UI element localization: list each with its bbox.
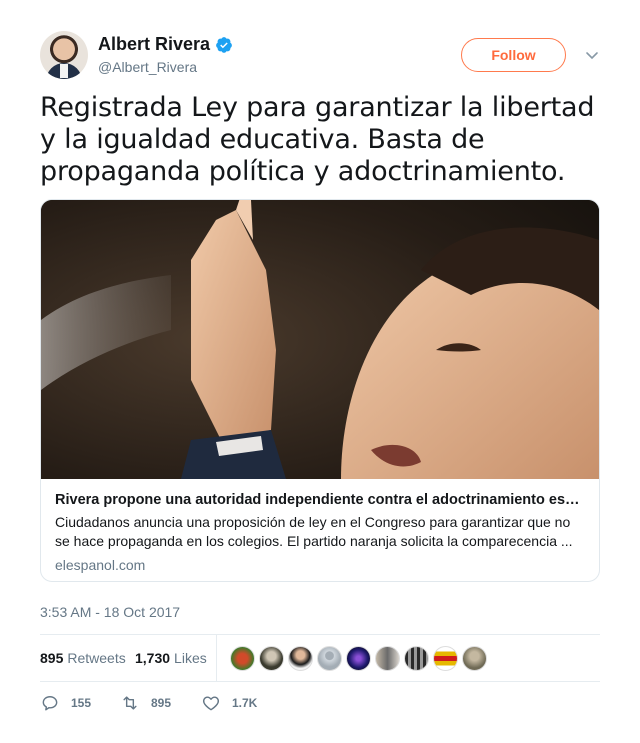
card-image[interactable] (41, 200, 599, 479)
tweet-header: Albert Rivera @Albert_Rivera Follow (40, 31, 600, 79)
author-avatar[interactable] (40, 31, 88, 79)
liker-avatar[interactable] (259, 646, 284, 671)
verified-badge-icon (216, 36, 232, 53)
retweets-stat[interactable]: 895 Retweets (40, 650, 126, 666)
card-photo (41, 200, 599, 479)
liker-avatar[interactable] (462, 646, 487, 671)
author-name[interactable]: Albert Rivera (98, 34, 210, 55)
retweet-count: 895 (151, 696, 172, 710)
liker-avatar[interactable] (288, 646, 313, 671)
stats-bar: 895 Retweets 1,730 Likes (40, 634, 600, 682)
liker-avatar[interactable] (230, 646, 255, 671)
like-count: 1.7K (232, 696, 258, 710)
likes-label: Likes (174, 650, 207, 666)
tweet-actions: 155 895 1.7K (40, 692, 600, 716)
retweets-label: Retweets (67, 650, 126, 666)
retweet-icon[interactable] (120, 693, 140, 713)
tweet-text: Registrada Ley para garantizar la libert… (40, 92, 595, 187)
tweet-timestamp[interactable]: 3:53 AM - 18 Oct 2017 (40, 604, 180, 620)
retweet-action[interactable]: 895 (120, 692, 171, 714)
reply-icon[interactable] (40, 693, 60, 713)
author-name-row[interactable]: Albert Rivera (98, 34, 233, 55)
card-description: Ciudadanos anuncia una proposición de le… (55, 514, 573, 549)
heart-icon[interactable] (201, 693, 221, 713)
liker-avatar[interactable] (433, 646, 458, 671)
liker-avatar[interactable] (404, 646, 429, 671)
stats-divider (216, 635, 217, 682)
reply-action[interactable]: 155 (40, 692, 91, 714)
card-title[interactable]: Rivera propone una autoridad independien… (55, 491, 585, 509)
link-card[interactable]: Rivera propone una autoridad independien… (40, 199, 600, 582)
follow-button[interactable]: Follow (461, 38, 566, 72)
avatar-shirt (60, 64, 68, 78)
retweets-count: 895 (40, 650, 64, 666)
likes-count: 1,730 (135, 650, 171, 666)
liker-avatar[interactable] (346, 646, 371, 671)
reply-count: 155 (71, 696, 92, 710)
chevron-down-icon[interactable] (584, 47, 600, 63)
card-domain[interactable]: elespanol.com (55, 557, 585, 573)
liker-avatar[interactable] (375, 646, 400, 671)
liker-avatar[interactable] (317, 646, 342, 671)
like-action[interactable]: 1.7K (201, 692, 257, 714)
likes-stat[interactable]: 1,730 Likes (135, 650, 207, 666)
card-body[interactable]: Rivera propone una autoridad independien… (55, 491, 585, 573)
author-handle[interactable]: @Albert_Rivera (98, 59, 197, 75)
